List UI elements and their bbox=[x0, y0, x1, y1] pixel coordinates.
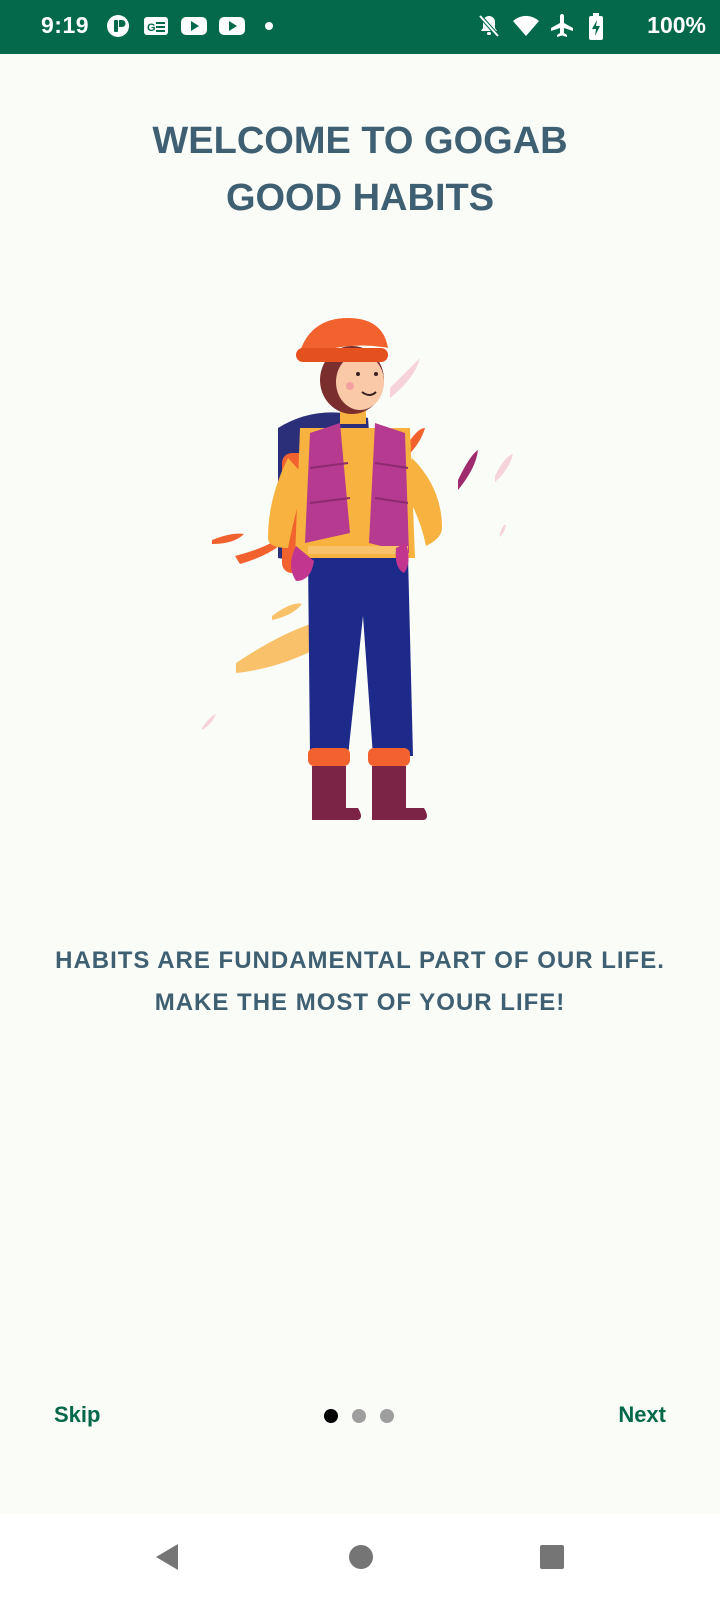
title-line-1: WELCOME TO GOGAB bbox=[152, 120, 568, 162]
splash-orange-2 bbox=[212, 533, 244, 544]
splash-pink bbox=[390, 358, 420, 398]
vest-right bbox=[369, 423, 409, 553]
battery-charging-icon bbox=[589, 13, 603, 40]
next-button[interactable]: Next bbox=[618, 1402, 666, 1428]
pants bbox=[308, 556, 413, 756]
description-line-1: HABITS ARE FUNDAMENTAL PART OF OUR LIFE. bbox=[55, 947, 665, 974]
face bbox=[336, 354, 384, 410]
notifications-off-icon bbox=[478, 14, 500, 38]
youtube-icon bbox=[219, 17, 245, 35]
skip-button[interactable]: Skip bbox=[54, 1402, 100, 1428]
home-icon[interactable] bbox=[346, 1542, 376, 1572]
system-nav-bar bbox=[0, 1514, 720, 1600]
page-dot-2[interactable] bbox=[352, 1409, 366, 1423]
news-icon: G bbox=[144, 17, 168, 35]
title-line-2: GOOD HABITS bbox=[225, 177, 495, 219]
status-time: 9:19 bbox=[41, 12, 90, 38]
onboarding-description: HABITS ARE FUNDAMENTAL PART OF OUR LIFE.… bbox=[0, 940, 720, 1024]
youtube-icon bbox=[181, 17, 207, 35]
svg-text:G: G bbox=[147, 22, 156, 34]
battery-percentage: 100% bbox=[647, 12, 706, 38]
hiker-girl-illustration bbox=[202, 318, 513, 820]
page-title: WELCOME TO GOGAB GOOD HABITS bbox=[0, 113, 720, 227]
splash-pink-3 bbox=[202, 714, 216, 730]
status-bar: 9:19 G 100% bbox=[0, 0, 720, 54]
wifi-icon bbox=[513, 15, 539, 36]
splash-purple bbox=[458, 450, 478, 490]
back-icon[interactable] bbox=[152, 1542, 182, 1572]
page-dot-3[interactable] bbox=[380, 1409, 394, 1423]
splash-pink-4 bbox=[500, 524, 506, 537]
notification-app-icon bbox=[107, 15, 129, 37]
splash-yellow-2 bbox=[272, 603, 302, 620]
recents-icon[interactable] bbox=[537, 1542, 567, 1572]
description-line-2: MAKE THE MOST OF YOUR LIFE! bbox=[154, 989, 566, 1016]
page-dot-1[interactable] bbox=[324, 1409, 338, 1423]
dot-icon bbox=[265, 22, 273, 30]
splash-pink-2 bbox=[495, 454, 513, 482]
airplane-mode-icon bbox=[551, 14, 573, 37]
